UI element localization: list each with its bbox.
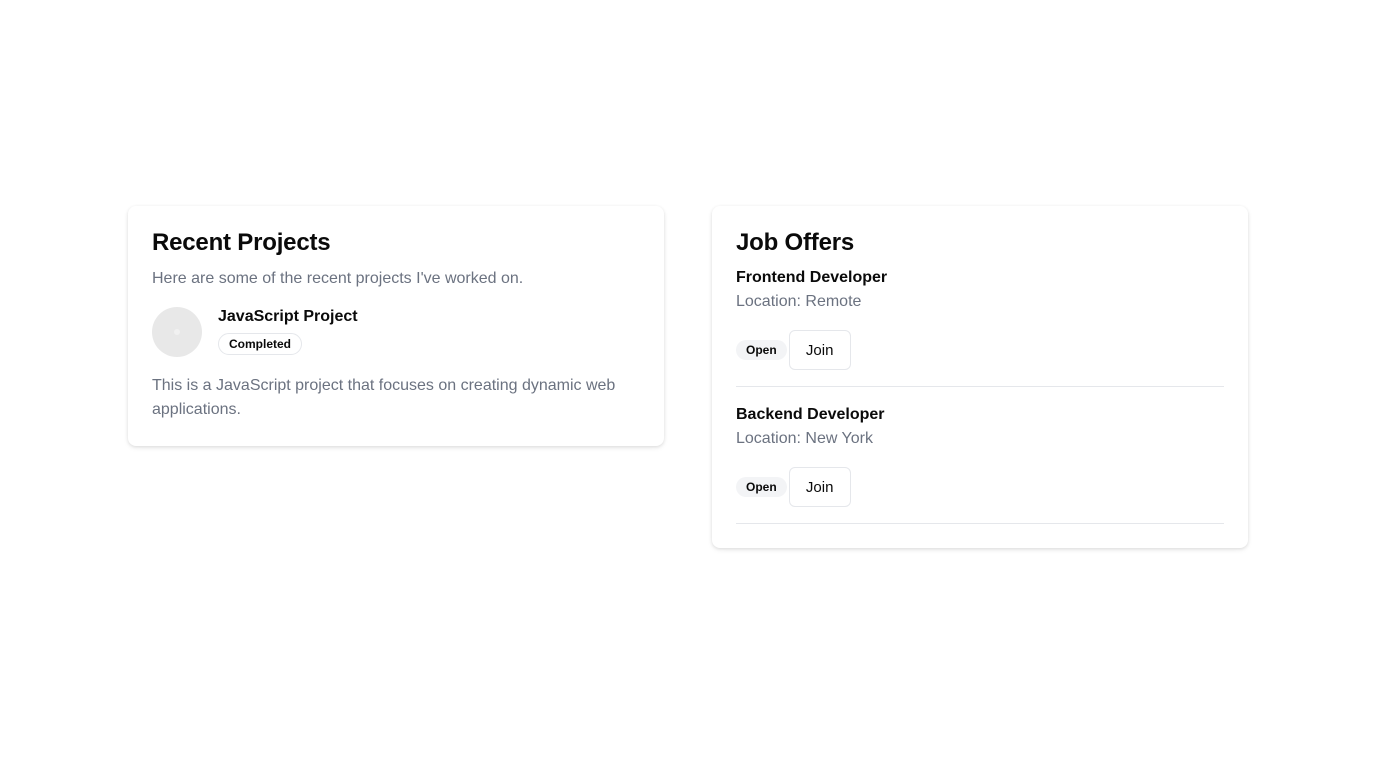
job-divider — [736, 386, 1224, 387]
job-offers-title: Job Offers — [736, 229, 855, 256]
job-title: Frontend Developer — [736, 269, 888, 286]
project-status-badge: Completed — [218, 333, 303, 355]
page-layout: Recent Projects Here are some of the rec… — [128, 206, 1248, 548]
job-item: Backend Developer Location: New York Ope… — [736, 403, 1224, 524]
project-avatar — [152, 307, 202, 357]
join-button[interactable]: Join — [788, 467, 851, 507]
avatar-placeholder-icon — [174, 329, 180, 335]
recent-projects-description: Here are some of the recent projects I'v… — [152, 270, 524, 287]
project-name: JavaScript Project — [218, 308, 358, 325]
project-header: JavaScript Project Completed — [152, 307, 640, 357]
join-button[interactable]: Join — [788, 330, 851, 370]
recent-projects-card: Recent Projects Here are some of the rec… — [128, 206, 664, 446]
job-actions: Open Join — [736, 330, 1224, 370]
job-actions: Open Join — [736, 467, 1224, 507]
job-offers-card: Job Offers Frontend Developer Location: … — [712, 206, 1248, 548]
job-divider — [736, 523, 1224, 524]
job-location: Location: Remote — [736, 293, 862, 310]
job-list: Frontend Developer Location: Remote Open… — [736, 266, 1224, 524]
project-info: JavaScript Project Completed — [218, 308, 358, 355]
project-item: JavaScript Project Completed This is a J… — [152, 307, 640, 422]
job-item: Frontend Developer Location: Remote Open… — [736, 266, 1224, 387]
job-status-badge: Open — [736, 477, 787, 497]
recent-projects-title: Recent Projects — [152, 229, 331, 256]
job-status-badge: Open — [736, 340, 787, 360]
job-location: Location: New York — [736, 430, 873, 447]
project-description: This is a JavaScript project that focuse… — [152, 377, 616, 418]
job-title: Backend Developer — [736, 406, 885, 423]
